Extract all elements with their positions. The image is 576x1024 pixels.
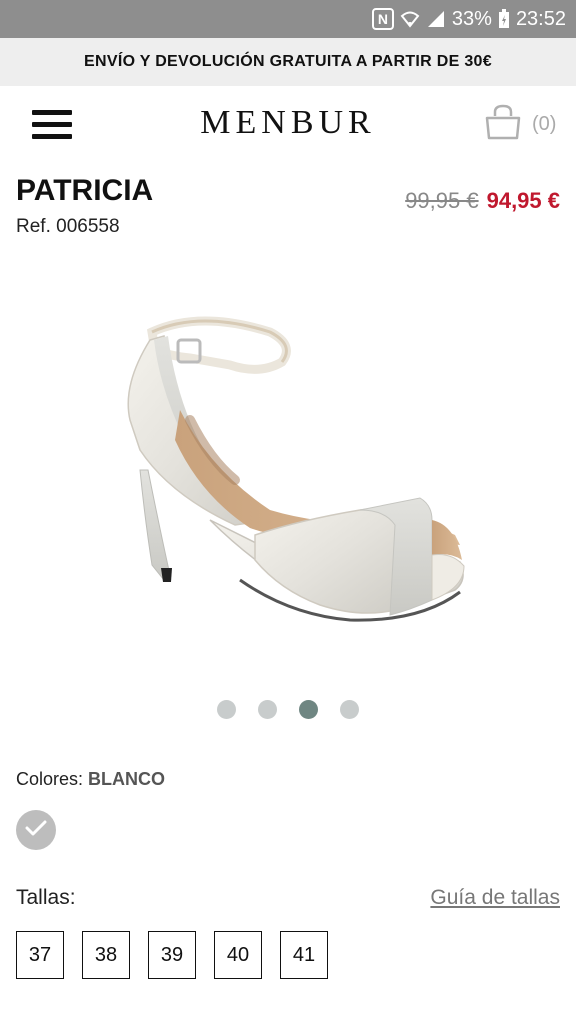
colors-label: Colores: BLANCO xyxy=(16,769,165,790)
product-title: PATRICIA xyxy=(16,174,154,207)
colors-label-text: Colores: xyxy=(16,769,84,789)
size-option[interactable]: 37 xyxy=(16,931,64,979)
size-option[interactable]: 40 xyxy=(214,931,262,979)
checkmark-icon xyxy=(25,819,47,842)
sizes-label: Tallas: xyxy=(16,886,76,909)
site-header: MENBUR (0) xyxy=(0,86,576,166)
size-option[interactable]: 41 xyxy=(280,931,328,979)
image-carousel-dots xyxy=(0,700,576,720)
size-guide-link[interactable]: Guía de tallas xyxy=(430,886,560,910)
carousel-dot-4[interactable] xyxy=(340,700,359,719)
shopping-bag-icon xyxy=(484,104,522,145)
cart-button[interactable]: (0) xyxy=(484,104,564,144)
sale-price: 94,95 € xyxy=(486,188,560,213)
wifi-icon xyxy=(400,10,420,28)
size-option[interactable]: 39 xyxy=(148,931,196,979)
cart-count: (0) xyxy=(532,112,557,135)
selected-color: BLANCO xyxy=(88,769,166,789)
product-reference: Ref. 006558 xyxy=(16,216,120,237)
carousel-dot-1[interactable] xyxy=(217,700,236,719)
price-block: 99,95 € 94,95 € xyxy=(405,188,560,214)
status-bar: N 33% 23:52 xyxy=(0,0,576,38)
battery-icon xyxy=(498,9,510,29)
size-option[interactable]: 38 xyxy=(82,931,130,979)
carousel-dot-2[interactable] xyxy=(258,700,277,719)
carousel-dot-3[interactable] xyxy=(299,700,318,719)
size-options: 37 38 39 40 41 xyxy=(16,931,328,979)
product-image[interactable] xyxy=(60,270,516,670)
clock: 23:52 xyxy=(515,7,566,30)
color-swatch-blanco[interactable] xyxy=(16,810,56,850)
signal-icon xyxy=(426,10,446,28)
status-icons: N 33% 23:52 xyxy=(371,0,566,38)
original-price: 99,95 € xyxy=(405,188,479,213)
battery-percentage: 33% xyxy=(451,7,492,30)
promo-banner: ENVÍO Y DEVOLUCIÓN GRATUITA A PARTIR DE … xyxy=(0,38,576,86)
nfc-icon: N xyxy=(371,8,394,30)
